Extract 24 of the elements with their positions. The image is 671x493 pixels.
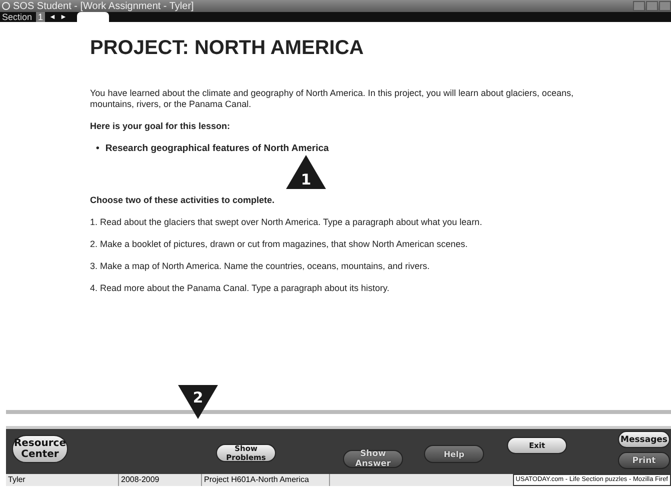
- toolbar-button[interactable]: Resource Center: [12, 435, 68, 463]
- activities-heading: Choose two of these activities to complete.: [90, 195, 276, 206]
- toolbar-button[interactable]: Show Answer: [343, 450, 403, 468]
- toolbar-button[interactable]: Help: [424, 445, 484, 463]
- section-label: Section: [2, 12, 32, 22]
- toolbar-button[interactable]: Print: [618, 452, 670, 469]
- callout-marker: 2: [178, 385, 218, 419]
- toolbar-button[interactable]: Messages: [618, 431, 670, 448]
- status-cell: 2008-2009: [119, 474, 202, 486]
- activity-item: 4. Read more about the Panama Canal. Type a paragraph about its history.: [90, 283, 390, 294]
- status-cell: Tyler: [6, 474, 119, 486]
- intro-paragraph: You have learned about the climate and geography of North America. In this project, you will learn about glaciers, oceans, mountains, rivers, or the Panama Canal.: [90, 88, 574, 110]
- window-title: SOS Student - [Work Assignment - Tyler]: [13, 0, 194, 12]
- app-icon: [2, 2, 10, 10]
- bullet-mark: •: [96, 143, 100, 155]
- activity-item: 2. Make a booklet of pictures, drawn or cut from magazines, that show North American scenes.: [90, 239, 469, 250]
- status-cell: Project H601A-North America: [202, 474, 330, 486]
- goal-heading: Here is your goal for this lesson:: [90, 121, 232, 132]
- activity-item: 3. Make a map of North America. Name the countries, oceans, mountains, and rivers.: [90, 261, 431, 272]
- goal-item: Research geographical features of North America: [105, 143, 329, 155]
- lesson-title: PROJECT: NORTH AMERICA: [90, 36, 365, 60]
- section-number[interactable]: 1: [36, 12, 46, 22]
- callout-marker: 1: [286, 155, 326, 189]
- activity-item: 1. Read about the glaciers that swept over North America. Type a paragraph about what you learn.: [90, 217, 484, 228]
